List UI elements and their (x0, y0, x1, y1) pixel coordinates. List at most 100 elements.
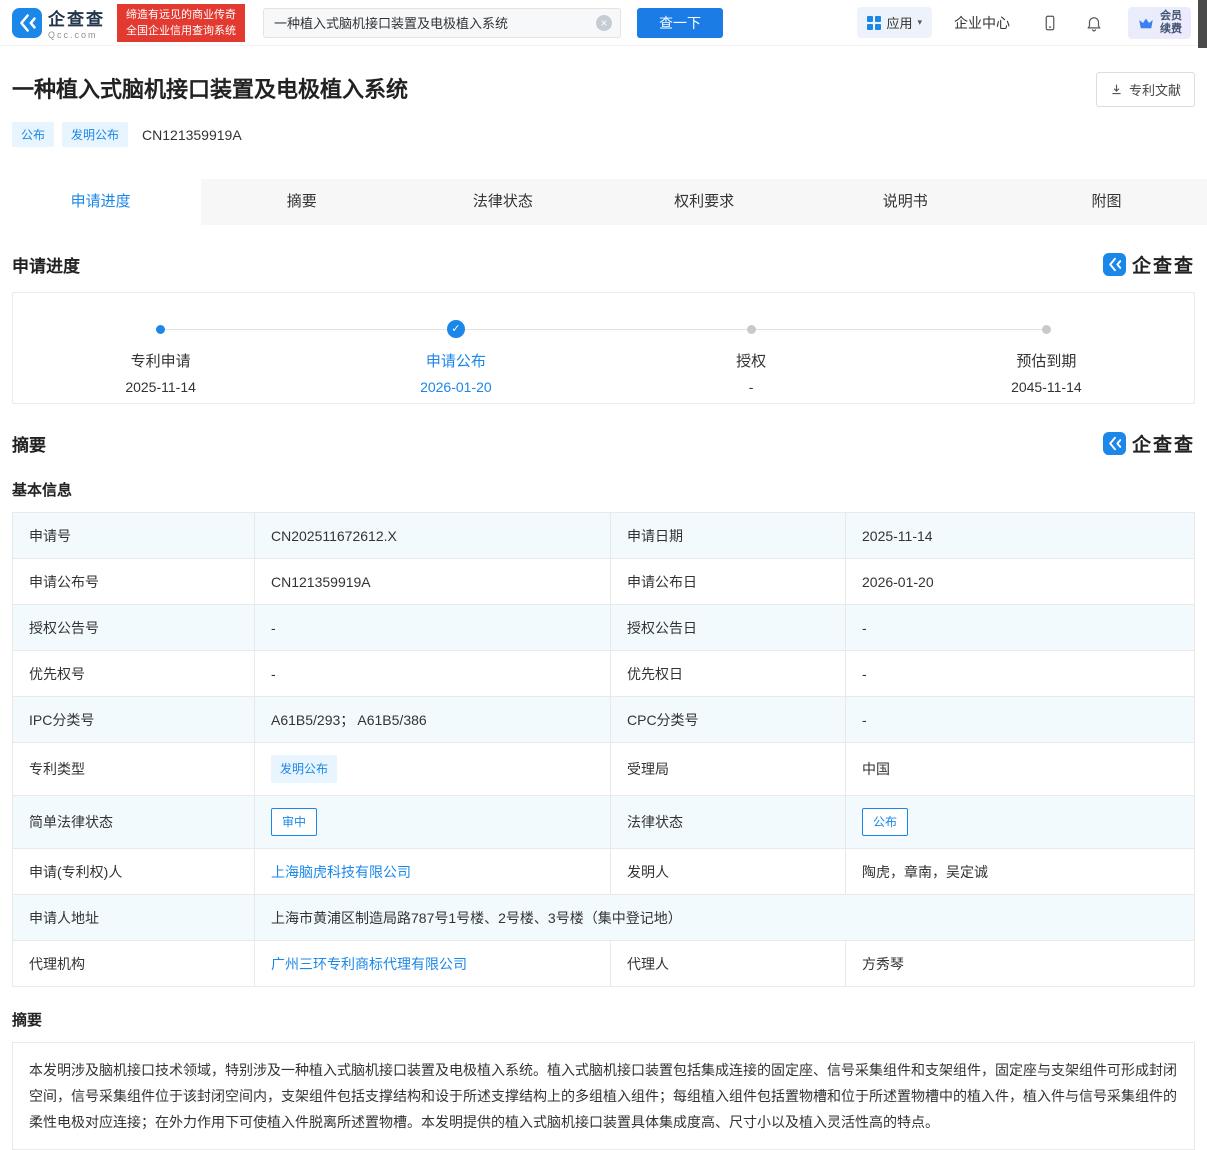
milestone-date: - (748, 379, 754, 395)
cell-value: CN202511672612.X (254, 513, 610, 558)
tab-application-progress[interactable]: 申请进度 (0, 179, 202, 225)
cell-value: 上海脑虎科技有限公司 (254, 849, 610, 894)
download-icon (1110, 83, 1123, 96)
summary-section-head: 摘要 企查查 (12, 430, 1195, 457)
search-box: × (263, 7, 621, 38)
cell-value: 广州三环专利商标代理有限公司 (254, 941, 610, 986)
abstract-title: 摘要 (12, 1012, 43, 1029)
vip-renew-button[interactable]: 会员 续费 (1128, 6, 1191, 39)
clear-search-icon[interactable]: × (596, 14, 612, 31)
milestone-label: 申请公布 (425, 353, 486, 370)
cell-label: 申请号 (29, 527, 71, 544)
simple-legal-status-tag: 审中 (271, 808, 318, 836)
vip-label-line-1: 会员 (1160, 9, 1182, 22)
cell-label: 优先权日 (610, 651, 845, 696)
vip-label-line-2: 续费 (1160, 22, 1182, 35)
patent-doc-button-label: 专利文献 (1128, 83, 1181, 98)
milestone-expiry: 预估到期 2045-11-14 (899, 320, 1194, 403)
qcc-watermark-icon (1102, 253, 1126, 276)
milestone-dot-pending (746, 324, 756, 334)
search-button[interactable]: 查一下 (637, 7, 723, 38)
cell-value: - (845, 697, 1194, 742)
tab-claims[interactable]: 权利要求 (604, 179, 805, 225)
slogan-line-1: 缔造有远见的商业传奇 (126, 8, 236, 21)
cell-value: 公布 (845, 796, 1194, 848)
qcc-logo[interactable]: 企查查 Qcc.com (12, 5, 105, 40)
cell-value: A61B5/293； A61B5/386 (254, 697, 610, 742)
cell-label: CPC分类号 (610, 697, 845, 742)
tab-bar: 申请进度 摘要 法律状态 权利要求 说明书 附图 (0, 179, 1207, 225)
cell-value: - (254, 605, 610, 650)
table-row: 申请号 CN202511672612.X 申请日期 2025-11-14 (13, 513, 1194, 558)
cell-label: 授权公告日 (610, 605, 845, 650)
table-row: 优先权号 - 优先权日 - (13, 650, 1194, 696)
top-header: 企查查 Qcc.com 缔造有远见的商业传奇 全国企业信用查询系统 × 查一下 … (0, 0, 1207, 46)
patent-type-tag: 发明公布 (271, 755, 338, 783)
cell-value: CN121359919A (254, 559, 610, 604)
table-row: 申请(专利权)人 上海脑虎科技有限公司 发明人 陶虎，章南，吴定诚 (13, 848, 1194, 894)
agency-link[interactable]: 广州三环专利商标代理有限公司 (271, 954, 467, 974)
patent-doc-button[interactable]: 专利文献 (1095, 72, 1195, 107)
cell-label: 法律状态 (610, 796, 845, 848)
basic-info-title: 基本信息 (12, 482, 73, 499)
cell-label: 受理局 (610, 743, 845, 795)
cell-value: 中国 (845, 743, 1194, 795)
applicant-link[interactable]: 上海脑虎科技有限公司 (271, 862, 411, 882)
cell-label: 专利类型 (29, 761, 85, 777)
cell-label: 代理人 (610, 941, 845, 986)
page-title: 一种植入式脑机接口装置及电极植入系统 (12, 77, 409, 102)
cell-label: 申请公布号 (29, 573, 99, 590)
cell-label: 发明人 (610, 849, 845, 894)
cell-value: - (845, 605, 1194, 650)
tab-abstract[interactable]: 摘要 (201, 179, 402, 225)
apps-menu-label: 应用 (886, 16, 913, 31)
abstract-text: 本发明涉及脑机接口技术领域，特别涉及一种植入式脑机接口装置及电极植入系统。植入式… (12, 1042, 1195, 1150)
qcc-watermark-icon (1102, 432, 1126, 455)
scrollbar-thumb[interactable] (1198, 0, 1207, 48)
cell-label: 授权公告号 (29, 619, 99, 636)
tab-drawings[interactable]: 附图 (1006, 179, 1207, 225)
apps-menu[interactable]: 应用 ▾ (857, 7, 932, 38)
cell-label: 申请公布日 (610, 559, 845, 604)
enterprise-center-link[interactable]: 企业中心 (954, 13, 1010, 33)
milestone-label: 专利申请 (130, 353, 191, 370)
mobile-phone-icon[interactable] (1041, 14, 1059, 32)
qcc-watermark-text: 企查查 (1131, 435, 1195, 456)
cell-value: 上海市黄浦区制造局路787号1号楼、2号楼、3号楼（集中登记地） (254, 895, 1194, 940)
milestone-dot-pending (1041, 324, 1051, 334)
milestone-date: 2026-01-20 (420, 379, 492, 395)
table-row: IPC分类号 A61B5/293； A61B5/386 CPC分类号 - (13, 696, 1194, 742)
table-row: 代理机构 广州三环专利商标代理有限公司 代理人 方秀琴 (13, 940, 1194, 986)
tab-description[interactable]: 说明书 (805, 179, 1006, 225)
milestone-published: ✓ 申请公布 2026-01-20 (308, 320, 603, 403)
title-row: 一种植入式脑机接口装置及电极植入系统 专利文献 (12, 72, 1195, 107)
cell-value: - (254, 651, 610, 696)
progress-section-title: 申请进度 (12, 257, 80, 276)
qcc-watermark: 企查查 (1102, 430, 1195, 457)
patent-number: CN121359919A (142, 126, 242, 143)
notification-bell-icon[interactable] (1085, 14, 1103, 32)
progress-section-head: 申请进度 企查查 (12, 251, 1195, 278)
slogan-line-2: 全国企业信用查询系统 (126, 24, 236, 37)
cell-value: 方秀琴 (845, 941, 1194, 986)
cell-value: 审中 (254, 796, 610, 848)
cell-value: 陶虎，章南，吴定诚 (845, 849, 1194, 894)
qcc-logo-icon (12, 7, 42, 38)
publish-status-tag: 公布 (12, 122, 55, 147)
table-row: 授权公告号 - 授权公告日 - (13, 604, 1194, 650)
table-row: 简单法律状态 审中 法律状态 公布 (13, 795, 1194, 848)
patent-kind-tag: 发明公布 (62, 122, 129, 147)
cell-label: 申请(专利权)人 (29, 863, 123, 880)
cell-label: 优先权号 (29, 665, 85, 682)
chevron-down-icon: ▾ (917, 17, 922, 27)
tab-legal-status[interactable]: 法律状态 (402, 179, 603, 225)
table-row: 申请人地址 上海市黄浦区制造局路787号1号楼、2号楼、3号楼（集中登记地） (13, 894, 1194, 940)
milestone-granted: 授权 - (604, 320, 899, 403)
search-input[interactable] (263, 7, 621, 38)
qcc-watermark: 企查查 (1102, 251, 1195, 278)
cell-label: 申请日期 (610, 513, 845, 558)
crown-icon (1137, 14, 1155, 32)
cell-value: - (845, 651, 1194, 696)
table-row: 专利类型 发明公布 受理局 中国 (13, 742, 1194, 795)
milestone-label: 授权 (736, 353, 767, 370)
